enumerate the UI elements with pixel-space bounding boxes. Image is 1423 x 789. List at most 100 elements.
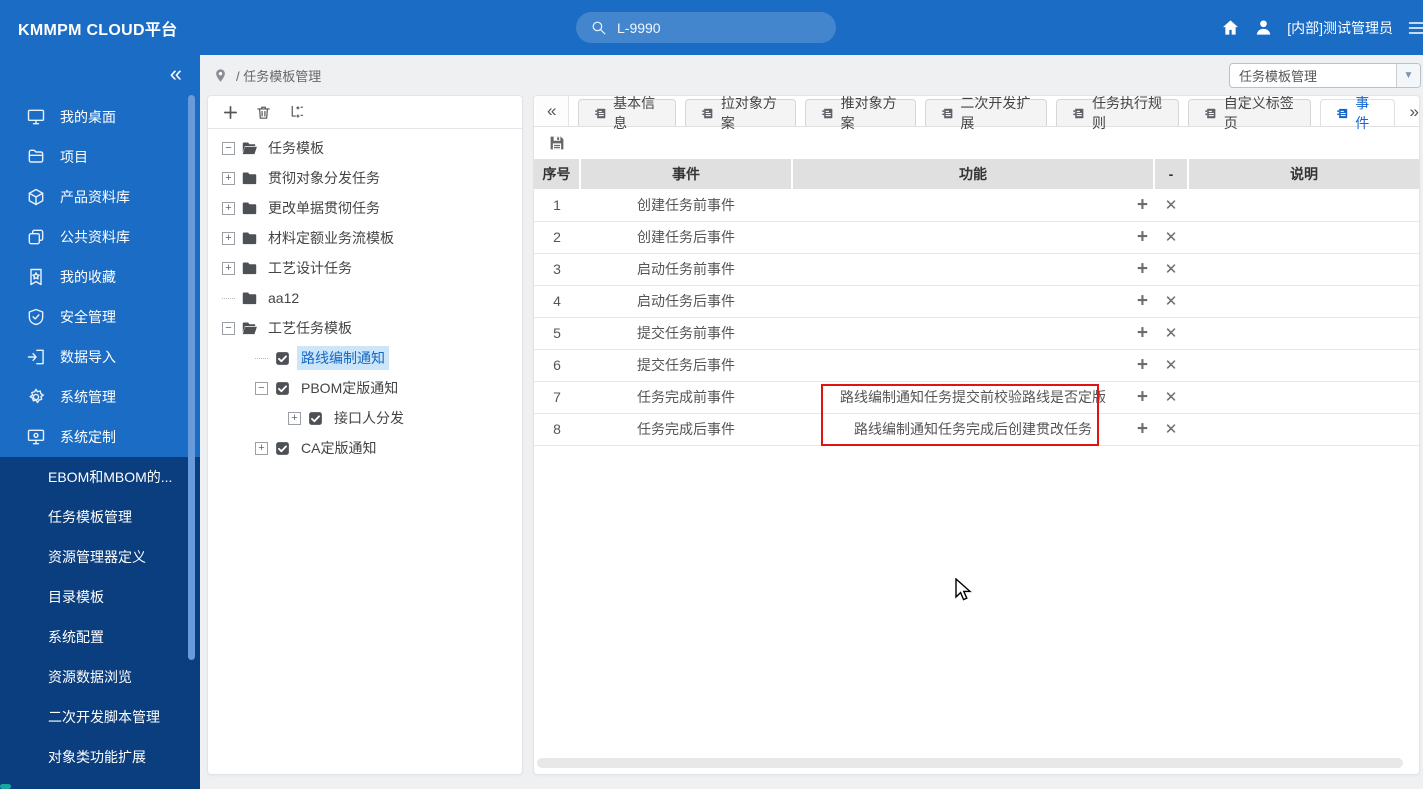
tab[interactable]: 事件 (1319, 96, 1395, 131)
module-selector[interactable]: 任务模板管理 ▼ (1229, 63, 1421, 88)
sidebar-item[interactable]: 系统管理 (0, 377, 200, 417)
sidebar-submenu-item[interactable]: 资源管理器定义 (0, 537, 200, 577)
search-input[interactable] (617, 19, 787, 36)
tree-node[interactable]: + 接口人分发 (208, 403, 522, 433)
save-icon[interactable] (548, 134, 566, 152)
tab-doc-icon (701, 106, 714, 121)
tree-expander (222, 297, 235, 299)
home-icon[interactable] (1221, 18, 1240, 37)
sidebar-scrollbar[interactable] (188, 95, 195, 660)
tab[interactable]: 任务执行规则 (1056, 96, 1180, 131)
add-node-icon[interactable] (222, 104, 239, 121)
hamburger-menu-icon[interactable] (1407, 18, 1423, 38)
plus-icon[interactable]: + (1137, 260, 1148, 279)
tree-node-label[interactable]: 路线编制通知 (297, 346, 389, 370)
tree-node-label[interactable]: 更改单据贯彻任务 (264, 196, 384, 220)
cross-icon[interactable]: ✕ (1165, 197, 1178, 214)
sidebar-hscrollbar[interactable] (0, 784, 11, 789)
table-hscrollbar[interactable] (537, 758, 1403, 768)
tree-expander[interactable]: + (222, 261, 235, 275)
tree-node[interactable]: + 更改单据贯彻任务 (208, 193, 522, 223)
plus-icon[interactable]: + (1137, 420, 1148, 439)
tab-label: 任务执行规则 (1092, 95, 1163, 131)
cross-icon[interactable]: ✕ (1165, 357, 1178, 374)
tab[interactable]: 拉对象方案 (685, 96, 796, 131)
cross-icon[interactable]: ✕ (1165, 293, 1178, 310)
sidebar-submenu-item[interactable]: 对象类功能扩展 (0, 737, 200, 777)
sidebar-submenu-item[interactable]: 系统配置 (0, 617, 200, 657)
tree-expander[interactable]: − (222, 141, 235, 155)
global-search[interactable] (576, 12, 836, 43)
table-row: 3 启动任务前事件 + ✕ (534, 253, 1419, 286)
tab[interactable]: 自定义标签页 (1188, 96, 1311, 131)
tabs-collapse-button[interactable]: « (536, 96, 569, 126)
plus-icon[interactable]: + (1137, 356, 1148, 375)
tree-node-label[interactable]: 任务模板 (264, 136, 328, 160)
sidebar-item[interactable]: 产品资料库 (0, 177, 200, 217)
tree-expander[interactable]: + (255, 441, 268, 455)
sidebar-item[interactable]: 数据导入 (0, 337, 200, 377)
tabs-more-button[interactable]: » (1410, 102, 1419, 126)
tree-expander[interactable]: + (222, 171, 235, 185)
tree-expander[interactable]: − (255, 381, 268, 395)
tree-node-label[interactable]: PBOM定版通知 (297, 376, 402, 400)
cross-icon[interactable]: ✕ (1165, 421, 1178, 438)
tree-node[interactable]: + 工艺设计任务 (208, 253, 522, 283)
tree-node[interactable]: + 贯彻对象分发任务 (208, 163, 522, 193)
tree-node[interactable]: − 工艺任务模板 (208, 313, 522, 343)
sidebar-item[interactable]: 我的桌面 (0, 97, 200, 137)
sidebar-item[interactable]: 我的收藏 (0, 257, 200, 297)
plus-icon[interactable]: + (1137, 292, 1148, 311)
chevron-down-icon[interactable]: ▼ (1396, 64, 1420, 87)
tree-node-label[interactable]: 工艺设计任务 (264, 256, 356, 280)
tree-node[interactable]: + 材料定额业务流模板 (208, 223, 522, 253)
sidebar-submenu-item[interactable]: EBOM和MBOM的... (0, 457, 200, 497)
sidebar-submenu-item[interactable]: 二次开发脚本管理 (0, 697, 200, 737)
plus-icon[interactable]: + (1137, 195, 1148, 214)
cross-icon[interactable]: ✕ (1165, 389, 1178, 406)
sidebar-item-label: 系统管理 (60, 389, 116, 405)
cell-no: 6 (534, 349, 580, 382)
tree-node-label[interactable]: CA定版通知 (297, 436, 380, 460)
tree-node[interactable]: + CA定版通知 (208, 433, 522, 463)
tree-node[interactable]: aa12 (208, 283, 522, 313)
tab[interactable]: 推对象方案 (804, 96, 916, 131)
plus-icon[interactable]: + (1137, 388, 1148, 407)
cross-icon[interactable]: ✕ (1165, 325, 1178, 342)
favorites-icon (26, 267, 46, 287)
tree-expander[interactable]: + (222, 201, 235, 215)
tree-expander[interactable]: + (222, 231, 235, 245)
tree-node-label[interactable]: 接口人分发 (330, 406, 408, 430)
sidebar-submenu-item[interactable]: 任务模板管理 (0, 497, 200, 537)
cross-icon[interactable]: ✕ (1165, 229, 1178, 246)
tab[interactable]: 二次开发扩展 (924, 96, 1048, 131)
tree-node-label[interactable]: 材料定额业务流模板 (264, 226, 398, 250)
sidebar-item[interactable]: 系统定制 (0, 417, 200, 457)
tree-expander[interactable]: + (288, 411, 301, 425)
tree-node-label[interactable]: 贯彻对象分发任务 (264, 166, 384, 190)
tree-expander[interactable]: − (222, 321, 235, 335)
plus-icon[interactable]: + (1137, 228, 1148, 247)
sidebar-item[interactable]: 项目 (0, 137, 200, 177)
cross-icon[interactable]: ✕ (1165, 261, 1178, 278)
sidebar-submenu-item[interactable]: 资源数据浏览 (0, 657, 200, 697)
tree-node[interactable]: 路线编制通知 (208, 343, 522, 373)
sidebar-item[interactable]: 安全管理 (0, 297, 200, 337)
security-icon (26, 307, 46, 327)
tree-node[interactable]: − 任务模板 (208, 133, 522, 163)
delete-node-icon[interactable] (255, 104, 272, 121)
sidebar-submenu-item[interactable]: 目录模板 (0, 577, 200, 617)
order-nodes-icon[interactable] (288, 104, 305, 121)
tree-node-label[interactable]: 工艺任务模板 (264, 316, 356, 340)
tree-node-label[interactable]: aa12 (264, 288, 303, 308)
tree-node[interactable]: − PBOM定版通知 (208, 373, 522, 403)
user-icon[interactable] (1254, 18, 1273, 37)
project-icon (26, 147, 46, 167)
tree-toolbar (208, 96, 522, 129)
plus-icon[interactable]: + (1137, 324, 1148, 343)
sidebar-collapse-button[interactable]: « (170, 63, 182, 85)
sidebar-item[interactable]: 公共资料库 (0, 217, 200, 257)
content-area: / 任务模板管理 任务模板管理 ▼ − 任务模板 + 贯彻对象分发任务 + 更改… (200, 55, 1423, 789)
tab[interactable]: 基本信息 (577, 96, 677, 131)
cell-actions: ✕ (1154, 381, 1188, 414)
